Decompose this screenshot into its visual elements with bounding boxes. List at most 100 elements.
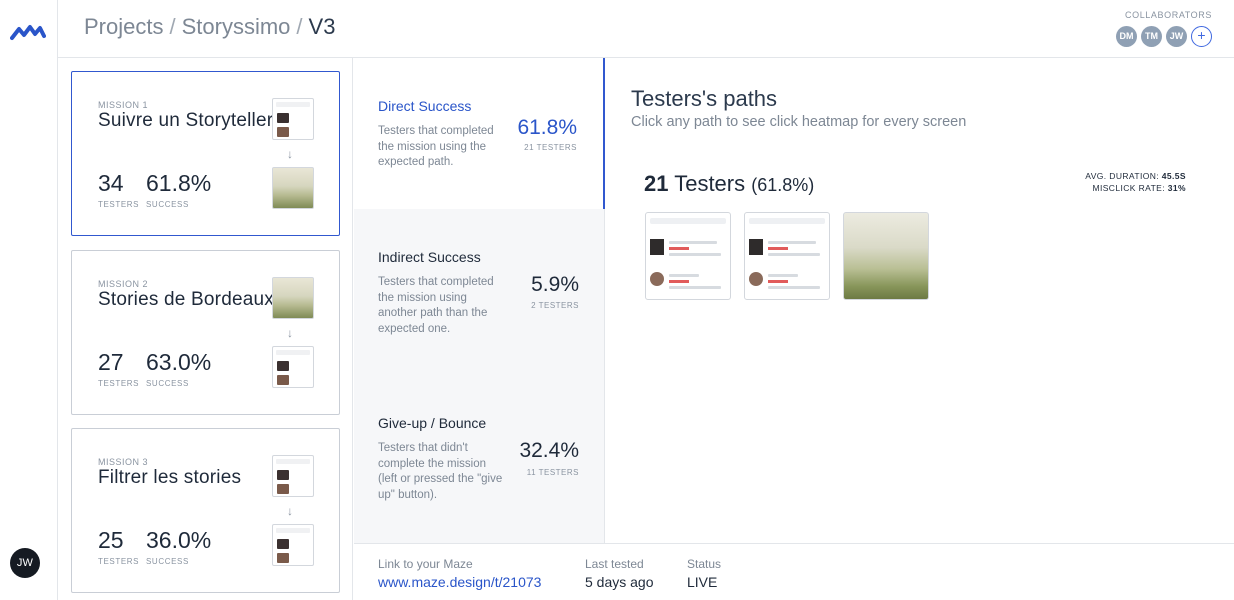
search-bar bbox=[749, 218, 825, 224]
mission-card[interactable]: MISSION 3 Filtrer les stories ↓ 25 TESTE… bbox=[71, 428, 340, 593]
story-tag bbox=[768, 247, 788, 250]
path-screen-thumbnail[interactable] bbox=[843, 212, 929, 300]
avg-duration: AVG. DURATION: 45.5S bbox=[1085, 171, 1186, 181]
path-screen-thumbnail[interactable] bbox=[645, 212, 731, 300]
story-text-line bbox=[669, 286, 721, 289]
status-label: Status bbox=[687, 557, 722, 571]
breadcrumb-projects[interactable]: Projects bbox=[84, 14, 163, 39]
misclick-rate-value: 31% bbox=[1167, 183, 1186, 193]
mission-testers-label: TESTERS bbox=[98, 200, 140, 209]
maze-link[interactable]: www.maze.design/t/21073 bbox=[378, 574, 541, 590]
last-tested-block: Last tested 5 days ago bbox=[585, 557, 654, 590]
maze-link-label: Link to your Maze bbox=[378, 557, 473, 571]
story-text-line bbox=[768, 253, 820, 256]
story-title-line bbox=[768, 274, 798, 277]
mission-title: Suivre un Storyteller bbox=[98, 110, 274, 131]
breadcrumb-current: V3 bbox=[308, 14, 336, 39]
mission-testers-label: TESTERS bbox=[98, 379, 140, 388]
mission-screen-thumbnail bbox=[272, 346, 314, 388]
path-screen-thumbnail[interactable] bbox=[744, 212, 830, 300]
mission-screen-thumbnail bbox=[272, 524, 314, 566]
avg-duration-label: AVG. DURATION: bbox=[1085, 171, 1160, 181]
story-image bbox=[650, 239, 664, 255]
mission-title: Filtrer les stories bbox=[98, 467, 242, 488]
outcome-title: Direct Success bbox=[378, 98, 472, 114]
outcome-percent: 61.8% bbox=[517, 116, 577, 139]
mission-number: MISSION 1 bbox=[98, 100, 149, 110]
mission-card[interactable]: MISSION 1 Suivre un Storyteller ↓ 34 TES… bbox=[71, 71, 340, 236]
breadcrumb-storyssimo[interactable]: Storyssimo bbox=[182, 14, 291, 39]
mission-screen-thumbnail bbox=[272, 277, 314, 319]
status-block: Status LIVE bbox=[687, 557, 721, 590]
story-title-line bbox=[669, 274, 699, 277]
testers-paths-panel: Testers's paths Click any path to see cl… bbox=[606, 58, 1234, 543]
outcome-indirect-success[interactable]: Indirect Success Testers that completed … bbox=[354, 209, 605, 375]
mission-screen-thumbnail bbox=[272, 98, 314, 140]
user-avatar[interactable]: JW bbox=[10, 548, 40, 578]
collaborator-avatar[interactable]: DM bbox=[1116, 26, 1137, 47]
collaborator-avatar[interactable]: TM bbox=[1141, 26, 1162, 47]
mission-testers-count: 27 bbox=[98, 349, 124, 375]
outcome-testers-count: 21 TESTERS bbox=[524, 143, 577, 152]
maze-link-block: Link to your Maze www.maze.design/t/2107… bbox=[378, 557, 541, 590]
story-tag bbox=[768, 280, 788, 283]
story-title-line bbox=[669, 241, 717, 244]
mission-success-label: SUCCESS bbox=[146, 200, 189, 209]
collaborator-avatar[interactable]: JW bbox=[1166, 26, 1187, 47]
mission-success-rate: 61.8% bbox=[146, 170, 212, 196]
mission-testers-count: 25 bbox=[98, 527, 124, 553]
arrow-down-icon: ↓ bbox=[287, 147, 293, 161]
add-collaborator-button[interactable]: + bbox=[1191, 26, 1212, 47]
last-tested-label: Last tested bbox=[585, 557, 644, 571]
collaborators-list: DM TM JW + bbox=[1116, 26, 1212, 47]
left-rail: JW bbox=[0, 0, 58, 600]
story-text-line bbox=[768, 286, 820, 289]
story-avatar bbox=[650, 272, 664, 286]
last-tested-value: 5 days ago bbox=[585, 574, 654, 590]
outcome-testers-count: 11 TESTERS bbox=[526, 468, 579, 477]
path-testers-word: Testers bbox=[674, 171, 746, 196]
mission-success-label: SUCCESS bbox=[146, 557, 189, 566]
outcome-description: Testers that completed the mission using… bbox=[378, 125, 494, 168]
collaborators-label: COLLABORATORS bbox=[1125, 10, 1212, 20]
outcomes-list: Direct Success Testers that completed th… bbox=[354, 58, 605, 543]
footer: Link to your Maze www.maze.design/t/2107… bbox=[354, 543, 1234, 600]
misclick-rate: MISCLICK RATE: 31% bbox=[1093, 183, 1187, 193]
outcome-description: Testers that completed the mission using… bbox=[378, 276, 494, 335]
mission-screen-thumbnail bbox=[272, 167, 314, 209]
paths-subtitle: Click any path to see click heatmap for … bbox=[631, 114, 967, 130]
mission-card[interactable]: MISSION 2 Stories de Bordeaux ↓ 27 TESTE… bbox=[71, 250, 340, 415]
maze-logo-icon[interactable] bbox=[10, 22, 46, 42]
misclick-rate-label: MISCLICK RATE: bbox=[1092, 183, 1166, 193]
story-tag bbox=[669, 280, 689, 283]
story-text-line bbox=[669, 253, 721, 256]
breadcrumb-separator: / bbox=[296, 14, 303, 39]
outcome-direct-success[interactable]: Direct Success Testers that completed th… bbox=[354, 58, 605, 209]
story-tag bbox=[669, 247, 689, 250]
arrow-down-icon: ↓ bbox=[287, 504, 293, 518]
mission-success-label: SUCCESS bbox=[146, 379, 189, 388]
story-image bbox=[749, 239, 763, 255]
missions-list: MISSION 1 Suivre un Storyteller ↓ 34 TES… bbox=[58, 58, 353, 600]
path-testers-percent: (61.8%) bbox=[751, 175, 815, 195]
path-testers-number: 21 bbox=[644, 171, 669, 196]
outcome-percent: 5.9% bbox=[531, 273, 579, 296]
avg-duration-value: 45.5S bbox=[1161, 171, 1186, 181]
status-value: LIVE bbox=[687, 574, 718, 590]
outcome-percent: 32.4% bbox=[519, 439, 579, 462]
story-avatar bbox=[749, 272, 763, 286]
outcome-title: Indirect Success bbox=[378, 249, 481, 265]
path-testers-count: 21 Testers (61.8%) bbox=[644, 171, 814, 197]
mission-number: MISSION 3 bbox=[98, 457, 149, 467]
arrow-down-icon: ↓ bbox=[287, 326, 293, 340]
story-title-line bbox=[768, 241, 816, 244]
mission-testers-count: 34 bbox=[98, 170, 124, 196]
paths-title: Testers's paths bbox=[631, 86, 778, 111]
mission-testers-label: TESTERS bbox=[98, 557, 140, 566]
header: Projects / Storyssimo / V3 COLLABORATORS DM … bbox=[58, 0, 1234, 58]
mission-success-rate: 63.0% bbox=[146, 349, 212, 375]
outcome-give-up-bounce[interactable]: Give-up / Bounce Testers that didn't com… bbox=[354, 375, 605, 543]
mission-number: MISSION 2 bbox=[98, 279, 149, 289]
outcome-description: Testers that didn't complete the mission… bbox=[378, 442, 503, 501]
search-bar bbox=[650, 218, 726, 224]
